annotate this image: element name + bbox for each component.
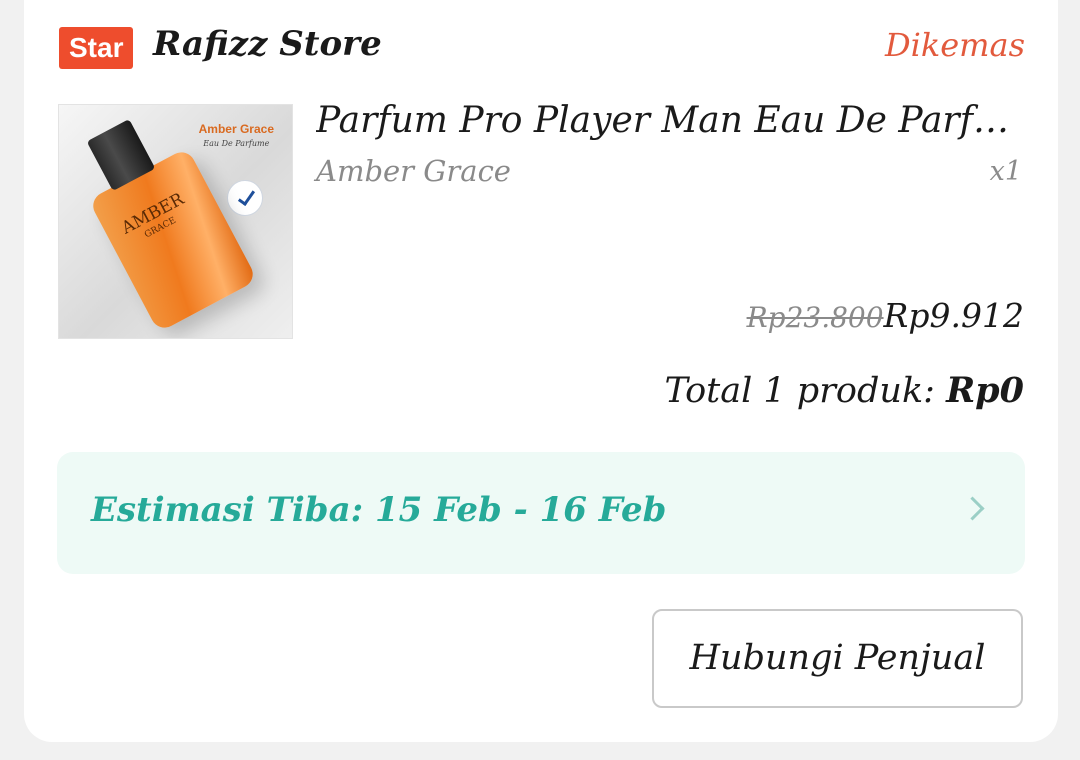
total-label: Total 1 produk: [664, 371, 947, 411]
chevron-right-icon [960, 496, 985, 521]
total-value: Rp0 [946, 370, 1024, 411]
product-variant: Amber Grace [316, 154, 511, 188]
product-title[interactable]: Parfum Pro Player Man Eau De Parfume [316, 100, 1028, 141]
product-quantity: x1 [989, 156, 1022, 187]
store-name[interactable]: Rafizz Store [153, 24, 382, 64]
price-row: Rp23.800Rp9.912 [747, 296, 1024, 335]
verified-logo-icon [227, 180, 263, 216]
image-brand-text: Amber Grace Eau De Parfume [198, 122, 274, 149]
original-price: Rp23.800 [746, 301, 884, 334]
delivery-estimate-text: Estimasi Tiba: 15 Feb - 16 Feb [91, 490, 667, 530]
order-status: Dikemas [884, 26, 1025, 64]
star-seller-badge: Star [59, 27, 134, 69]
delivery-estimate-row[interactable]: Estimasi Tiba: 15 Feb - 16 Feb [57, 452, 1025, 574]
contact-seller-button[interactable]: Hubungi Penjual [652, 609, 1023, 708]
current-price: Rp9.912 [883, 296, 1024, 335]
shop-header: Star Rafizz Store Dikemas [59, 24, 1025, 70]
product-image[interactable]: Amber Grace Eau De Parfume AMBER GRACE [58, 104, 293, 339]
order-total: Total 1 produk: Rp0 [664, 370, 1024, 411]
